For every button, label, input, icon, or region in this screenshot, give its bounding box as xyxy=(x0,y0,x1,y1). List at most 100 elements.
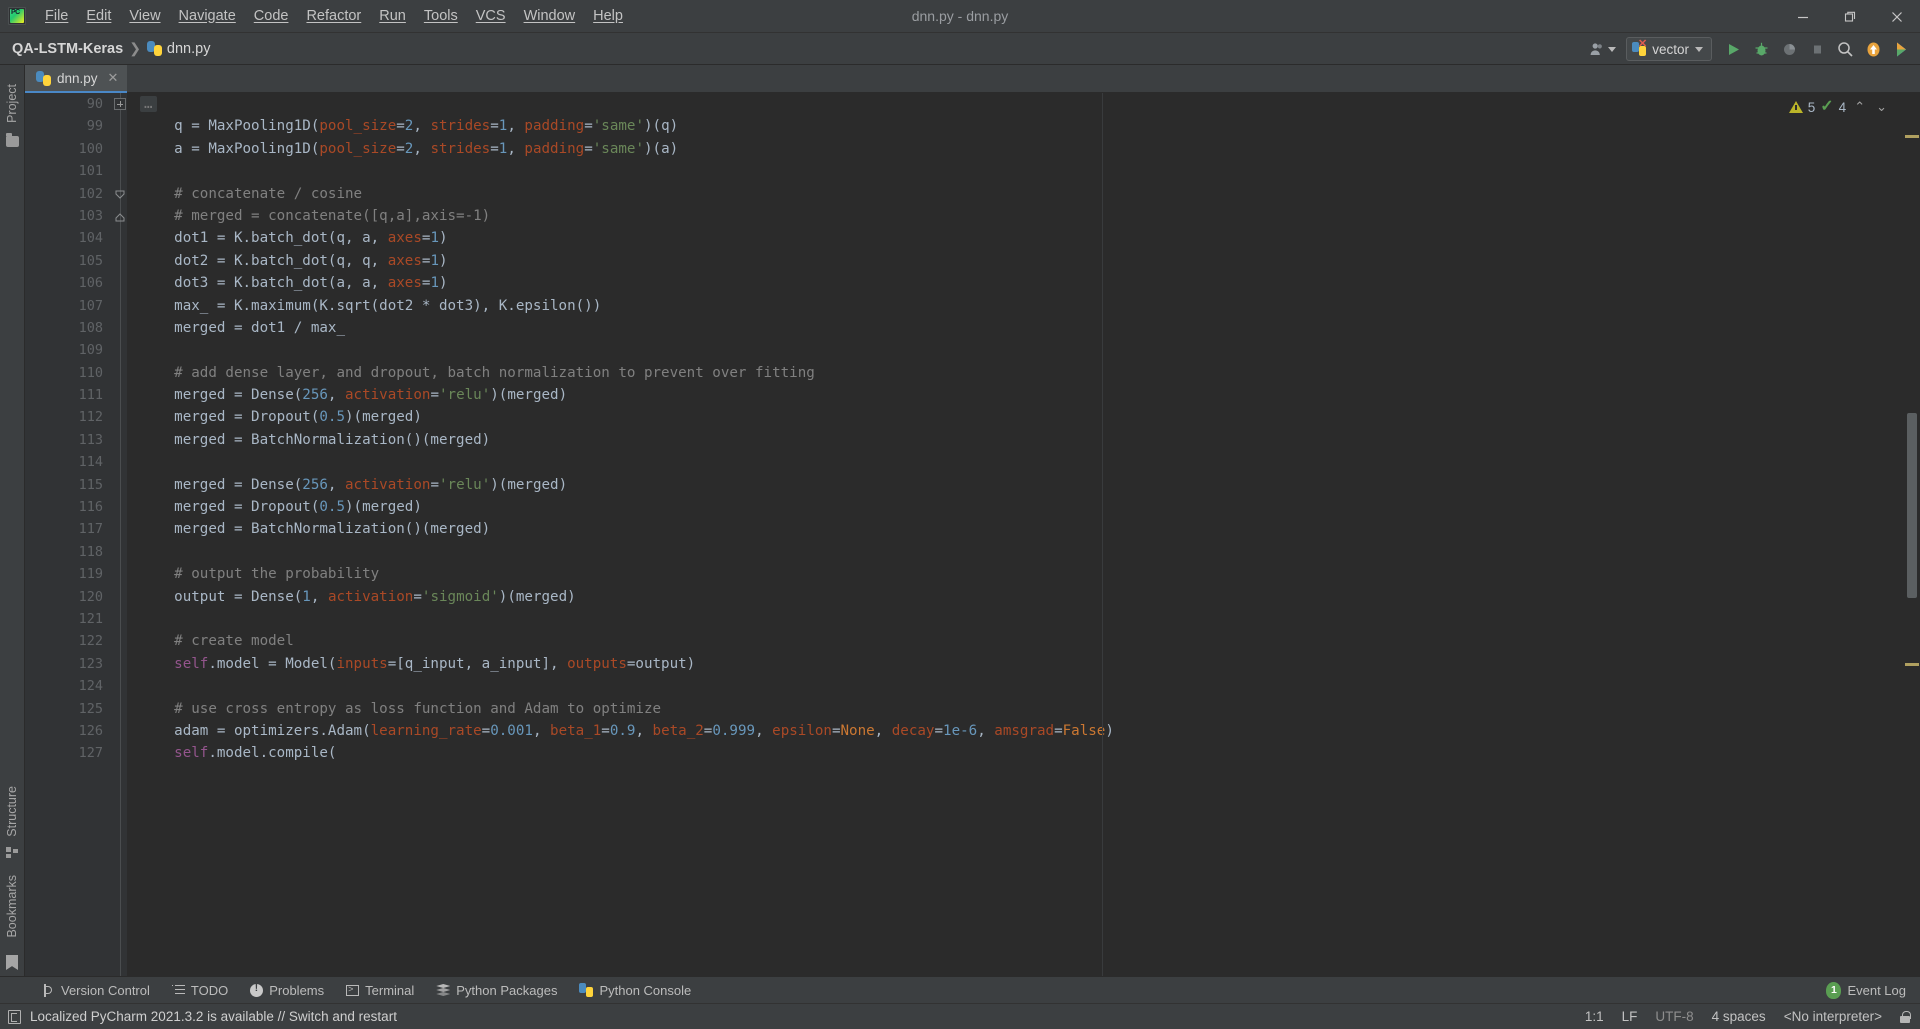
code-line[interactable] xyxy=(140,451,1904,473)
code-line[interactable] xyxy=(140,160,1904,182)
folder-icon[interactable] xyxy=(5,132,19,147)
fold-expand-icon[interactable] xyxy=(114,98,126,110)
code-line[interactable]: merged = Dropout(0.5)(merged) xyxy=(140,406,1904,428)
code-line[interactable]: # create model xyxy=(140,630,1904,652)
line-number-gutter[interactable]: 90 99 100 101 102 103 104 105 106 107 108 109 110 111… xyxy=(25,93,113,976)
code-line[interactable]: self.model = Model(inputs=[q_input, a_in… xyxy=(140,653,1904,675)
search-everywhere-button[interactable] xyxy=(1832,36,1858,62)
code-line[interactable]: # use cross entropy as loss function and… xyxy=(140,698,1904,720)
code-line[interactable]: merged = BatchNormalization()(merged) xyxy=(140,429,1904,451)
code-line[interactable]: # add dense layer, and dropout, batch no… xyxy=(140,362,1904,384)
code-line[interactable]: merged = Dense(256, activation='relu')(m… xyxy=(140,474,1904,496)
code-token: 0.001 xyxy=(490,722,533,739)
close-button[interactable] xyxy=(1873,0,1920,33)
code-line[interactable] xyxy=(140,339,1904,361)
file-encoding[interactable]: UTF-8 xyxy=(1655,1009,1693,1024)
caret-position[interactable]: 1:1 xyxy=(1585,1009,1604,1024)
menu-item-help[interactable]: Help xyxy=(584,5,632,28)
minimize-button[interactable] xyxy=(1779,0,1826,33)
fold-region-start-icon[interactable] xyxy=(114,188,126,200)
menu-item-window[interactable]: Window xyxy=(515,5,585,28)
code-line[interactable] xyxy=(140,608,1904,630)
code-line[interactable]: dot1 = K.batch_dot(q, a, axes=1) xyxy=(140,227,1904,249)
code-line[interactable]: # merged = concatenate([q,a],axis=-1) xyxy=(140,205,1904,227)
run-button[interactable] xyxy=(1720,36,1746,62)
code-line[interactable]: adam = optimizers.Adam(learning_rate=0.0… xyxy=(140,720,1904,742)
tool-button-version-control[interactable]: Version Control xyxy=(32,981,161,1000)
bookmark-icon[interactable] xyxy=(6,955,18,970)
next-highlight-icon[interactable]: ⌄ xyxy=(1873,99,1890,115)
tool-button-python-console[interactable]: Python Console xyxy=(568,981,702,1000)
tool-button-todo-label: TODO xyxy=(190,982,229,998)
editor-scrollbar[interactable] xyxy=(1904,93,1920,976)
menu-item-vcs[interactable]: VCS xyxy=(467,5,515,28)
stop-button[interactable] xyxy=(1804,36,1830,62)
python-config-icon: ✕ xyxy=(1632,39,1647,56)
code-line[interactable]: self.model.compile( xyxy=(140,742,1904,764)
menu-item-code[interactable]: Code xyxy=(245,5,298,28)
tool-window-structure[interactable]: Structure xyxy=(5,779,19,844)
code-line[interactable]: … xyxy=(140,93,1904,115)
interpreter-selector[interactable]: <No interpreter> xyxy=(1784,1009,1882,1024)
debug-button[interactable] xyxy=(1748,36,1774,62)
tool-button-terminal[interactable]: Terminal xyxy=(335,981,425,1000)
menu-item-file[interactable]: File xyxy=(36,5,77,28)
ide-feature-button[interactable] xyxy=(1888,36,1914,62)
breadcrumb-project[interactable]: QA-LSTM-Keras xyxy=(12,41,123,57)
breadcrumb-file[interactable]: dnn.py xyxy=(146,41,210,57)
event-log-button[interactable]: 1 Event Log xyxy=(1826,981,1906,999)
code-line[interactable]: merged = BatchNormalization()(merged) xyxy=(140,518,1904,540)
python-file-icon xyxy=(36,70,51,86)
fold-region-end-icon[interactable] xyxy=(114,210,126,222)
code-token: 1 xyxy=(302,588,311,605)
code-token: )(merged) xyxy=(490,476,568,493)
code-line[interactable]: dot3 = K.batch_dot(a, a, axes=1) xyxy=(140,272,1904,294)
tool-window-structure-label: Structure xyxy=(5,785,19,837)
code-line[interactable] xyxy=(140,675,1904,697)
menu-item-edit[interactable]: Edit xyxy=(77,5,120,28)
code-line[interactable]: # concatenate / cosine xyxy=(140,183,1904,205)
code-line[interactable]: merged = dot1 / max_ xyxy=(140,317,1904,339)
indent-setting[interactable]: 4 spaces xyxy=(1712,1009,1766,1024)
code-line[interactable]: output = Dense(1, activation='sigmoid')(… xyxy=(140,586,1904,608)
code-folding-gutter[interactable] xyxy=(113,93,127,976)
previous-highlight-icon[interactable]: ⌃ xyxy=(1851,99,1868,115)
code-line[interactable]: dot2 = K.batch_dot(q, q, axes=1) xyxy=(140,250,1904,272)
close-tab-icon[interactable]: ✕ xyxy=(108,70,119,86)
update-project-button[interactable] xyxy=(1860,36,1886,62)
run-configuration-selector[interactable]: ✕ vector xyxy=(1626,37,1712,61)
code-line[interactable] xyxy=(140,541,1904,563)
tool-button-problems[interactable]: Problems xyxy=(239,981,335,1000)
tool-button-python-packages-label: Python Packages xyxy=(456,982,558,998)
inspection-widget[interactable]: 5 ✓ 4 ⌃ ⌄ xyxy=(1788,99,1890,115)
code-line[interactable]: merged = Dense(256, activation='relu')(m… xyxy=(140,384,1904,406)
code-line[interactable]: merged = Dropout(0.5)(merged) xyxy=(140,496,1904,518)
run-with-coverage-button[interactable] xyxy=(1776,36,1802,62)
menu-item-view[interactable]: View xyxy=(120,5,169,28)
menu-item-run[interactable]: Run xyxy=(370,5,415,28)
structure-icon[interactable] xyxy=(6,847,18,859)
read-only-toggle-icon[interactable] xyxy=(1900,1010,1911,1023)
code-line[interactable]: q = MaxPooling1D(pool_size=2, strides=1,… xyxy=(140,115,1904,137)
code-token: activation xyxy=(345,387,431,404)
code-token: )(merged) xyxy=(490,387,568,404)
code-token: output = Dense( xyxy=(140,588,303,605)
maximize-button[interactable] xyxy=(1826,0,1873,33)
status-notification[interactable]: Localized PyCharm 2021.3.2 is available … xyxy=(8,1009,397,1024)
editor-tab-dnn-py[interactable]: dnn.py ✕ xyxy=(25,65,128,93)
code-token: )(q) xyxy=(644,118,679,135)
tool-button-todo[interactable]: TODO xyxy=(161,981,239,1000)
account-icon xyxy=(1590,43,1603,55)
tool-window-bookmarks[interactable]: Bookmarks xyxy=(5,868,19,945)
tool-window-project[interactable]: Project xyxy=(5,77,19,130)
account-button[interactable] xyxy=(1585,41,1620,57)
menu-item-refactor[interactable]: Refactor xyxy=(297,5,370,28)
menu-item-tools[interactable]: Tools xyxy=(415,5,467,28)
menu-item-navigate[interactable]: Navigate xyxy=(170,5,245,28)
code-text-area[interactable]: … q = MaxPooling1D(pool_size=2, strides=… xyxy=(127,93,1904,976)
code-line[interactable]: a = MaxPooling1D(pool_size=2, strides=1,… xyxy=(140,138,1904,160)
code-line[interactable]: # output the probability xyxy=(140,563,1904,585)
line-separator[interactable]: LF xyxy=(1622,1009,1638,1024)
tool-button-python-packages[interactable]: Python Packages xyxy=(425,981,568,1000)
code-line[interactable]: max_ = K.maximum(K.sqrt(dot2 * dot3), K.… xyxy=(140,295,1904,317)
